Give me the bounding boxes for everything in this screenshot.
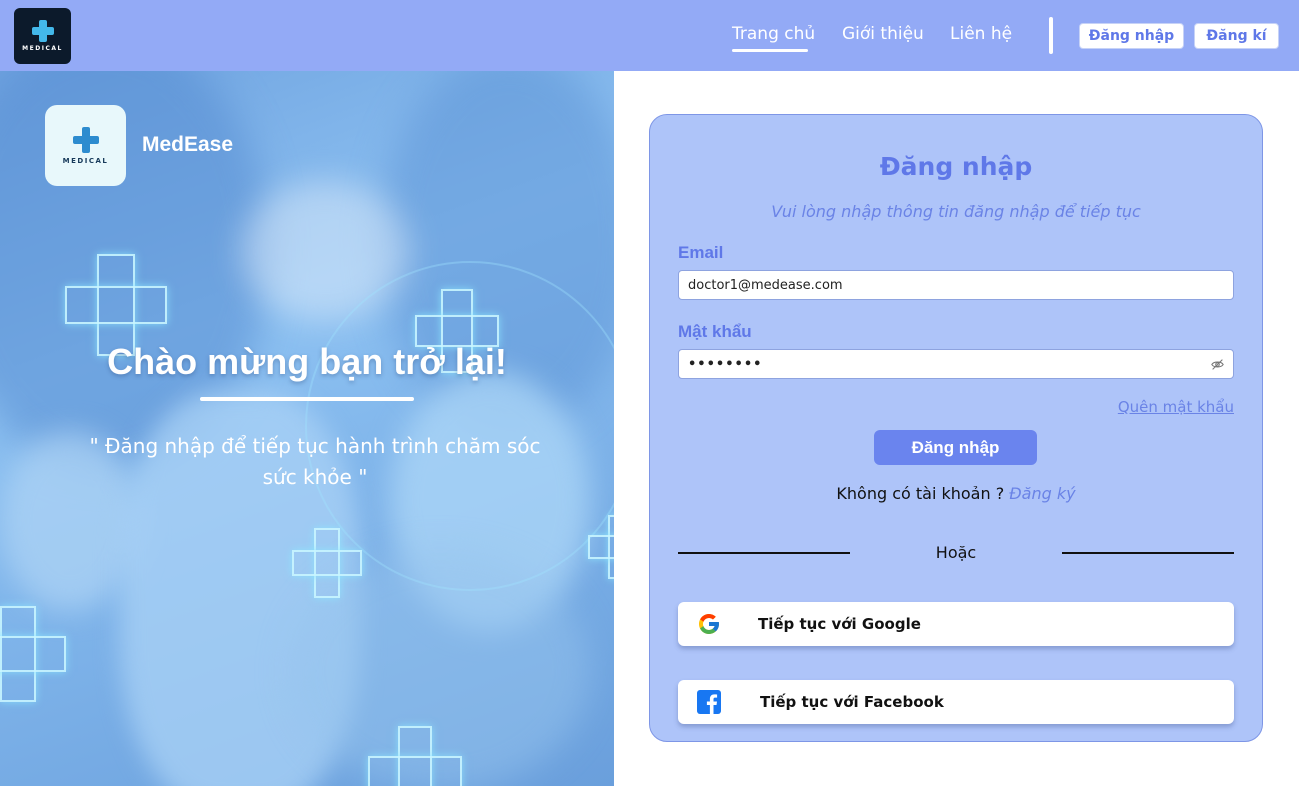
header-register-button[interactable]: Đăng kí [1194, 23, 1279, 49]
glowing-cross-icon [368, 726, 462, 786]
google-icon [699, 614, 719, 634]
nav-contact[interactable]: Liên hệ [950, 24, 1012, 44]
no-account-row: Không có tài khoản ? Đăng ký [650, 484, 1262, 503]
medical-logo[interactable]: MEDICAL [14, 8, 71, 64]
nav-divider [1049, 17, 1053, 54]
google-login-button[interactable]: Tiếp tục với Google [678, 602, 1234, 646]
login-subtitle: Vui lòng nhập thông tin đăng nhập để tiế… [771, 202, 1141, 221]
nav-active-underline [732, 49, 808, 52]
medical-cross-icon [31, 20, 54, 42]
brand-name: MedEase [142, 133, 234, 156]
facebook-icon [697, 690, 721, 714]
glowing-cross-icon [292, 528, 362, 598]
login-card: Đăng nhập Vui lòng nhập thông tin đăng n… [649, 114, 1263, 742]
brand-logo-text: MEDICAL [62, 156, 109, 165]
facebook-login-button[interactable]: Tiếp tục với Facebook [678, 680, 1234, 724]
login-submit-button[interactable]: Đăng nhập [874, 430, 1037, 465]
password-value: •••••••• [688, 356, 763, 372]
brand-logo: MEDICAL [45, 105, 126, 186]
forgot-password-link[interactable]: Quên mật khẩu [1118, 398, 1234, 416]
email-label: Email [678, 243, 724, 262]
password-label: Mật khẩu [678, 322, 752, 341]
email-field[interactable]: doctor1@medease.com [678, 270, 1234, 300]
password-field[interactable]: •••••••• [678, 349, 1234, 379]
welcome-heading: Chào mừng bạn trở lại! [107, 341, 507, 382]
no-account-text: Không có tài khoản ? [836, 484, 1010, 503]
eye-off-icon[interactable] [1211, 358, 1224, 371]
logo-text: MEDICAL [22, 45, 63, 52]
top-header: MEDICAL Trang chủ Giới thiệu Liên hệ Đăn… [0, 0, 1299, 71]
glowing-cross-icon [0, 606, 66, 702]
login-title: Đăng nhập [879, 152, 1033, 181]
hero-panel: MEDICAL MedEase Chào mừng bạn trở lại! "… [0, 71, 614, 786]
glowing-cross-icon [588, 515, 614, 579]
glowing-cross-icon [65, 254, 167, 356]
medical-cross-icon [72, 126, 99, 153]
register-link[interactable]: Đăng ký [1009, 484, 1075, 503]
welcome-quote: " Đăng nhập để tiếp tục hành trình chăm … [89, 434, 541, 489]
header-login-button[interactable]: Đăng nhập [1079, 23, 1184, 49]
nav-about[interactable]: Giới thiệu [842, 24, 924, 44]
nav-home[interactable]: Trang chủ [732, 24, 815, 44]
google-label: Tiếp tục với Google [758, 615, 921, 633]
welcome-underline [200, 397, 414, 401]
divider-line [1062, 552, 1234, 554]
facebook-label: Tiếp tục với Facebook [760, 693, 944, 711]
